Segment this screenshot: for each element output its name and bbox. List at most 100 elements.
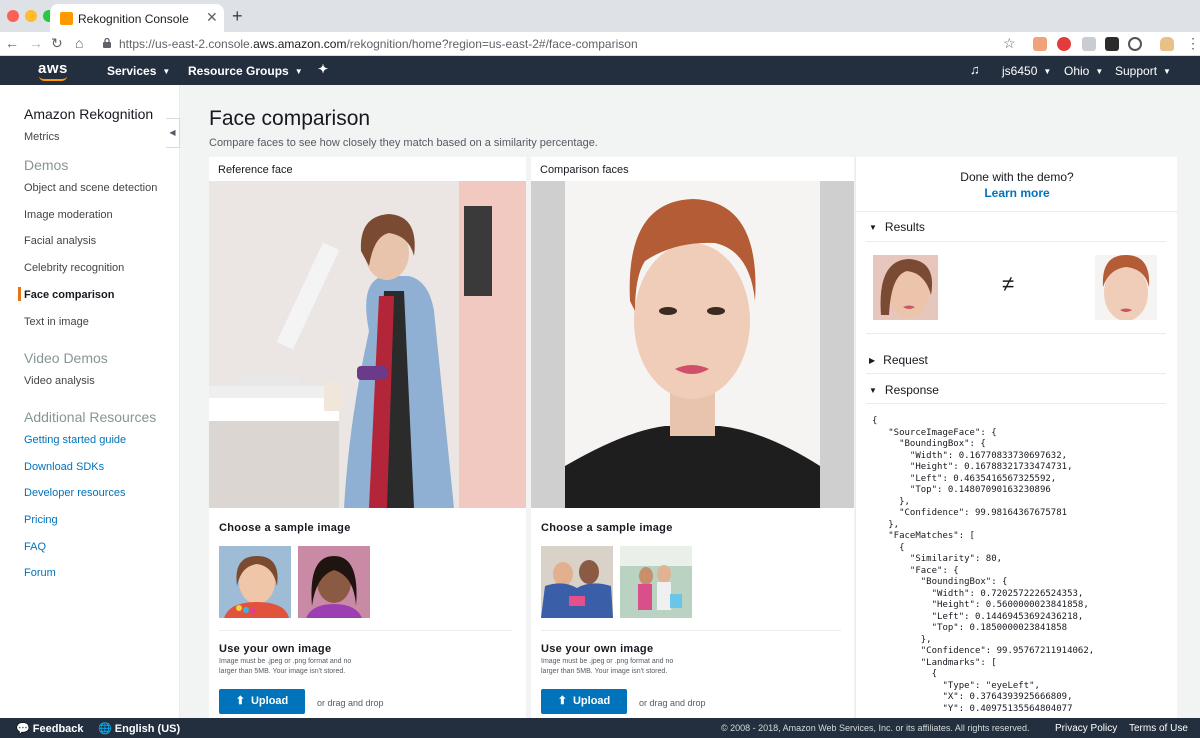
sidebar-item-image-moderation[interactable]: Image moderation [24,209,113,221]
results-divider [866,333,1166,334]
aws-favicon-icon [60,12,73,25]
region-menu[interactable]: Ohio ▼ [1064,64,1103,78]
sidebar-item-metrics[interactable]: Metrics [24,131,59,143]
speech-bubble-icon: 💬 [16,723,33,735]
globe-icon: 🌐 [98,723,115,735]
reference-face-image[interactable] [209,181,526,508]
reference-photo-illustration [209,181,526,508]
sidebar-item-face-comparison[interactable]: Face comparison [24,289,114,301]
comparison-photo-illustration [565,181,820,508]
forward-arrow-icon[interactable]: → [29,35,43,51]
console-footer: 💬 Feedback 🌐 English (US) © 2008 - 2018,… [0,718,1200,738]
feedback-link[interactable]: 💬 Feedback [16,722,84,735]
reference-upload-button[interactable]: ⬆ Upload [219,689,305,714]
bookmark-star-icon[interactable]: ☆ [1003,35,1016,52]
language-selector[interactable]: 🌐 English (US) [98,722,180,735]
sidebar-item-facial-analysis[interactable]: Facial analysis [24,235,96,247]
request-divider [866,373,1166,374]
browser-tab[interactable]: Rekognition Console ✕ [50,4,224,32]
sample-thumbnail-3[interactable] [541,546,613,618]
sidebar-item-video-analysis[interactable]: Video analysis [24,375,95,387]
privacy-policy-link[interactable]: Privacy Policy [1055,723,1117,734]
url-field[interactable]: https://us-east-2.console.aws.amazon.com… [119,37,638,51]
comparison-face-image[interactable] [531,181,854,508]
comparison-divider [541,630,841,631]
reference-upload-hint: Image must be .jpeg or .png format and n… [219,658,352,675]
browser-tab-bar: Rekognition Console ✕ + [0,0,1200,32]
aws-smile-icon [39,76,67,81]
page-subtitle: Compare faces to see how closely they ma… [209,137,598,149]
result-reference-face-thumb [873,255,938,320]
sidebar-link-faq[interactable]: FAQ [24,541,46,553]
comparison-faces-label: Comparison faces [540,164,629,176]
upload-arrow-icon: ⬆ [557,695,567,707]
reference-own-image-heading: Use your own image [219,643,332,655]
sidebar-item-text-in-image[interactable]: Text in image [24,316,89,328]
reload-icon[interactable]: ↻ [51,35,63,52]
upload-arrow-icon: ⬆ [235,695,245,707]
tab-close-icon[interactable]: ✕ [206,9,218,26]
sidebar-item-object-detection[interactable]: Object and scene detection [24,182,157,194]
result-comparison-face-thumb [1095,255,1157,320]
sidebar-item-celebrity-recognition[interactable]: Celebrity recognition [24,262,124,274]
results-divider [866,241,1166,242]
caret-down-icon: ▼ [869,223,877,232]
comparison-upload-button[interactable]: ⬆ Upload [541,689,627,714]
comparison-drag-drop-text: or drag and drop [639,698,706,708]
sample-thumbnail-1[interactable] [219,546,291,618]
terms-of-use-link[interactable]: Terms of Use [1129,723,1188,734]
demo-done-text: Done with the demo? [960,170,1074,184]
back-arrow-icon[interactable]: ← [5,35,19,51]
reference-drag-drop-text: or drag and drop [317,698,384,708]
opera-extension-icon[interactable] [1057,37,1071,51]
sidebar-link-pricing[interactable]: Pricing [24,514,58,526]
sidebar-link-getting-started[interactable]: Getting started guide [24,434,126,446]
extension-icon[interactable] [1105,37,1119,51]
results-panel: Done with the demo? Learn more ▼ Results … [855,157,1178,718]
window-close-button[interactable] [7,10,19,22]
reference-sample-heading: Choose a sample image [219,522,351,534]
bell-icon[interactable]: ♫ [970,62,980,77]
sample-thumb-3-illustration [541,546,613,618]
hand-extension-icon[interactable] [1160,37,1174,51]
sidebar-title[interactable]: Amazon Rekognition [24,106,153,122]
chevron-down-icon: ▼ [162,67,171,76]
result-face-2-illustration [1095,255,1157,320]
not-equal-icon: ≠ [1002,271,1015,296]
tab-title: Rekognition Console [78,12,189,26]
sample-thumbnail-4[interactable] [620,546,692,618]
sidebar-link-developer-resources[interactable]: Developer resources [24,487,126,499]
chevron-down-icon: ▼ [294,67,303,76]
new-tab-icon[interactable]: + [232,6,243,27]
request-section-toggle[interactable]: ▶ Request [869,353,928,367]
extension-icon[interactable] [1082,37,1096,51]
pin-icon[interactable]: ✦ [318,62,328,76]
response-section-toggle[interactable]: ▼ Response [869,383,939,397]
sample-thumb-2-illustration [298,546,370,618]
sidebar-collapse-button[interactable]: ◀ [166,118,180,148]
learn-more-link[interactable]: Learn more [856,186,1178,200]
support-menu[interactable]: Support ▼ [1115,64,1171,78]
services-menu[interactable]: Services ▼ [107,64,170,78]
home-icon[interactable]: ⌂ [75,35,83,51]
resource-groups-menu[interactable]: Resource Groups ▼ [188,64,303,78]
browser-menu-icon[interactable]: ⋮ [1186,35,1200,52]
sidebar-link-forum[interactable]: Forum [24,567,56,579]
reference-divider [219,630,512,631]
chevron-left-icon: ◀ [169,128,176,137]
results-section-toggle[interactable]: ▼ Results [869,220,925,234]
sample-thumbnail-2[interactable] [298,546,370,618]
aws-logo[interactable]: aws [38,60,68,77]
result-face-1-illustration [873,255,938,320]
wordpress-extension-icon[interactable] [1128,37,1142,51]
extension-icon[interactable] [1033,37,1047,51]
comparison-photo-frame [565,181,820,508]
comparison-upload-hint: Image must be .jpeg or .png format and n… [541,658,674,675]
sample-thumb-4-illustration [620,546,692,618]
sidebar-link-download-sdks[interactable]: Download SDKs [24,461,104,473]
active-indicator [18,287,21,301]
window-minimize-button[interactable] [25,10,37,22]
aws-top-nav: aws Services ▼ Resource Groups ▼ ✦ ♫ js645… [0,56,1200,85]
chevron-down-icon: ▼ [1163,67,1171,76]
account-menu[interactable]: js6450 ▼ [1002,64,1051,78]
